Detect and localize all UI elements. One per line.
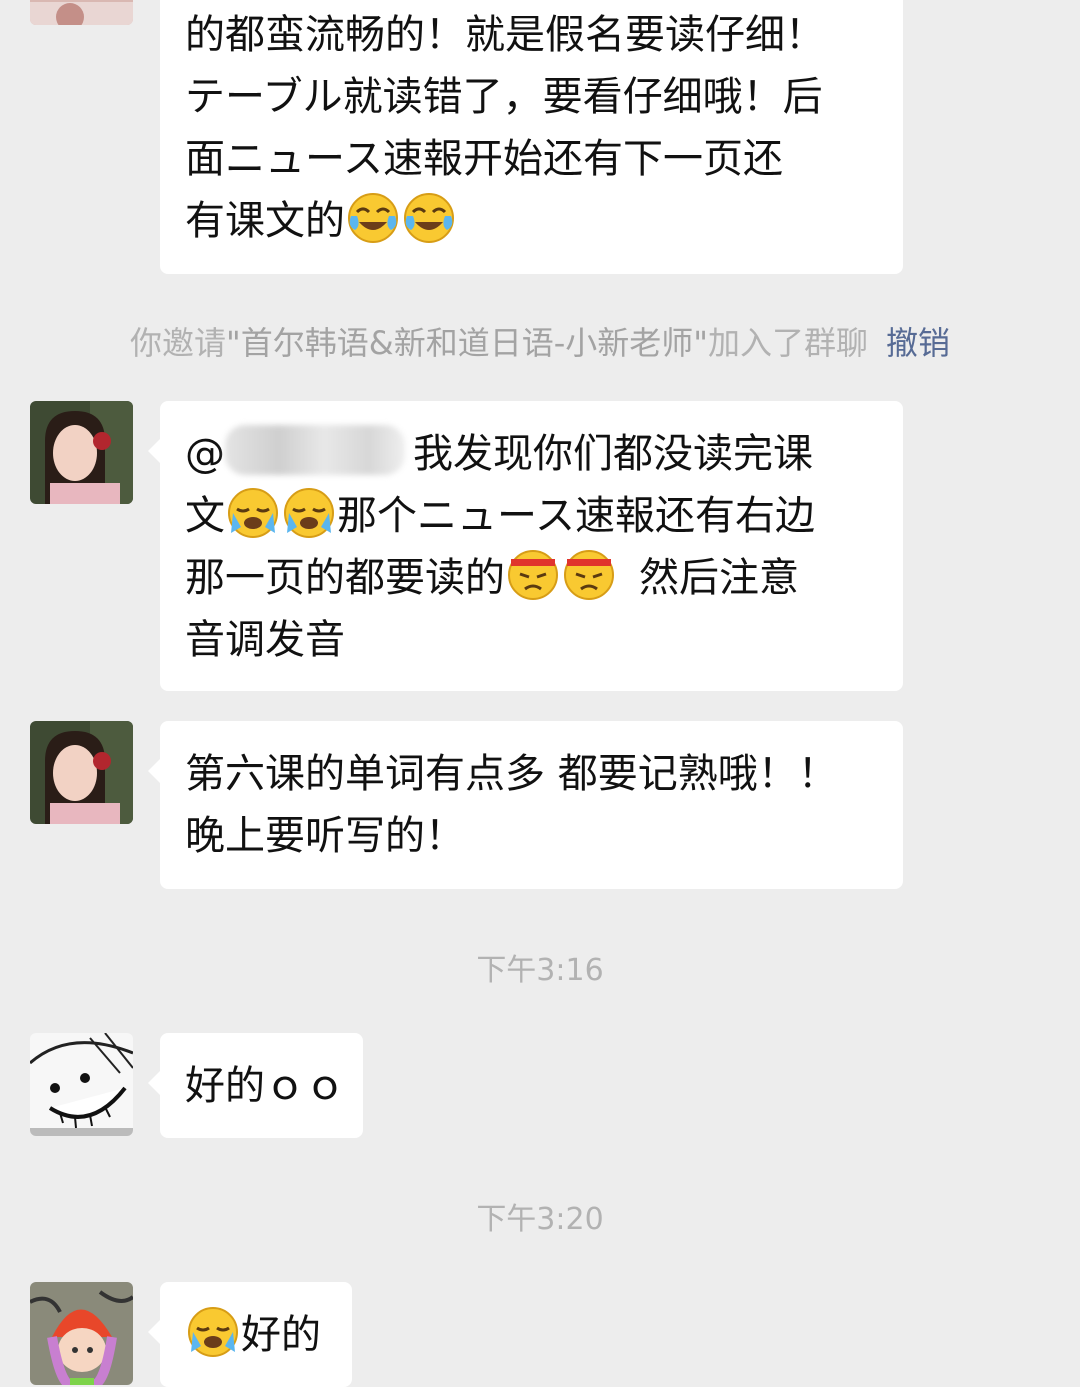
crying-emoji xyxy=(188,1307,238,1357)
message-line: 有课文的 xyxy=(185,198,345,244)
message-bubble[interactable]: @ 我发现你们都没读完课 文 那个ニュース速報还有右边 那一页的都要读的 然后注意 音… xyxy=(148,401,903,691)
message-bubble[interactable]: 的都蛮流畅的！就是假名要读仔细！ テーブル就读错了，要看仔细哦！后 面ニュース速… xyxy=(160,0,903,274)
message-line: 那个ニュース速報还有右边 xyxy=(337,493,815,539)
message-bubble[interactable]: 第六课的单词有点多 都要记熟哦！！ 晚上要听写的！ xyxy=(148,721,903,889)
system-notice: 你邀请"首尔韩语&新和道日语-小新老师"加入了群聊 撤销 xyxy=(0,318,1080,364)
angry-headband-emoji xyxy=(564,550,614,600)
message-line: 音调发音 xyxy=(185,617,345,663)
revoke-link[interactable]: 撤销 xyxy=(886,324,950,362)
system-prefix: 你邀请 xyxy=(130,324,227,362)
avatar[interactable] xyxy=(30,401,133,504)
message-bubble[interactable]: 好的ｏｏ xyxy=(148,1033,363,1138)
timestamp: 下午3:20 xyxy=(476,1202,604,1237)
message-line: 那一页的都要读的 xyxy=(185,555,505,601)
message-line: 面ニュース速報开始还有下一页还 xyxy=(185,136,783,182)
message-bubble[interactable]: 好的 xyxy=(148,1282,352,1387)
mention[interactable]: @ xyxy=(185,431,225,477)
system-suffix: 加入了群聊 xyxy=(707,324,868,362)
avatar[interactable] xyxy=(30,1033,133,1136)
crying-emoji xyxy=(284,488,334,538)
message-line: テーブル就读错了，要看仔细哦！后 xyxy=(185,74,823,120)
timestamp: 下午3:16 xyxy=(476,953,604,988)
avatar[interactable] xyxy=(30,721,133,824)
message-text: 好的ｏｏ xyxy=(185,1063,345,1109)
chat-view: 的都蛮流畅的！就是假名要读仔细！ テーブル就读错了，要看仔细哦！后 面ニュース速… xyxy=(0,0,1080,1387)
crying-emoji xyxy=(228,488,278,538)
avatar[interactable] xyxy=(30,0,133,25)
message-line: 的都蛮流畅的！就是假名要读仔细！ xyxy=(185,12,825,58)
message-line: 第六课的单词有点多 都要记熟哦！！ xyxy=(185,751,838,797)
message-line: 我发现你们都没读完课 xyxy=(413,431,813,477)
tears-of-joy-emoji xyxy=(348,193,398,243)
message-line: 文 xyxy=(185,493,225,539)
message-line: 然后注意 xyxy=(639,555,799,601)
blurred-username xyxy=(225,425,405,475)
angry-headband-emoji xyxy=(508,550,558,600)
message-line: 晚上要听写的！ xyxy=(185,813,465,859)
avatar[interactable] xyxy=(30,1282,133,1385)
tears-of-joy-emoji xyxy=(404,193,454,243)
message-text: 好的 xyxy=(241,1312,321,1358)
invited-user-name[interactable]: "首尔韩语&新和道日语-小新老师" xyxy=(226,324,708,362)
